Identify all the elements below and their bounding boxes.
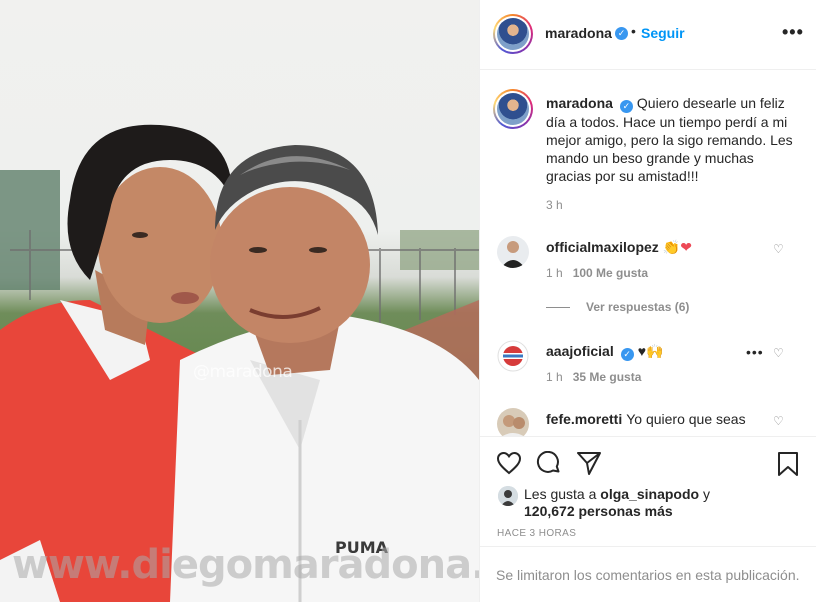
post-time-ago[interactable]: HACE 3 HORAS [497,528,576,539]
likes-count[interactable]: 120,672 personas más [524,503,673,519]
comment-item: fefe.moretti Yo quiero que seas ♡ [480,408,816,436]
comment-meta: 1 h 35 Me gusta [546,370,641,384]
comment-username[interactable]: fefe.moretti [546,411,622,427]
follow-button[interactable]: Seguir [641,25,685,41]
comment-icon[interactable] [536,450,562,480]
comment-more-icon[interactable]: ••• [746,344,764,360]
verified-icon: ✓ [620,348,634,361]
more-icon[interactable]: ••• [782,22,804,43]
post-side-panel: maradona ✓ • Seguir ••• maradona ✓ Quiero … [479,0,816,602]
likes-text: Les gusta a olga_sinapodo y 120,672 pers… [524,486,794,520]
comment-avatar[interactable] [497,236,529,268]
comment-emoji: 👏❤ [662,239,692,255]
caption-avatar-image [497,93,529,125]
post-actions: Les gusta a olga_sinapodo y 120,672 pers… [480,436,816,546]
post-photo: @maradona PUMA www.diegomaradona.com [0,0,479,602]
post-header: maradona ✓ • Seguir ••• [480,0,816,70]
comment-heart-icon[interactable]: ♡ [773,414,784,428]
liker-avatar[interactable] [498,486,518,506]
photo-watermark-handle: @maradona [193,362,293,382]
view-replies-label[interactable]: Ver respuestas (6) [586,300,689,314]
comment-item: aaajoficial ✓ ♥🙌 1 h 35 Me gusta ••• ♡ [480,340,816,384]
photo-watermark-site: www.diegomaradona.com [12,542,479,588]
header-username[interactable]: maradona [545,25,612,41]
comments-limited-message: Se limitaron los comentarios en esta pub… [496,567,800,583]
avatar[interactable] [493,14,533,54]
comments-list[interactable]: maradona ✓ Quiero desearle un feliz día a … [480,70,816,436]
comment-item: officialmaxilopez 👏❤ 1 h 100 Me gusta ♡ [480,236,816,280]
view-replies-button[interactable]: Ver respuestas (6) [546,300,689,314]
verified-icon: ✓ [619,100,633,113]
likes-prefix: Les gusta a [524,486,601,502]
comment-avatar[interactable] [497,340,529,372]
share-icon[interactable] [576,451,602,480]
heart-icon[interactable] [496,451,522,480]
caption-body: maradona ✓ Quiero desearle un feliz día a … [546,94,794,185]
caption-username[interactable]: maradona [546,95,613,111]
comment-body: Yo quiero que seas [626,411,746,427]
comment-text: fefe.moretti Yo quiero que seas [546,410,786,428]
comments-disabled-footer: Se limitaron los comentarios en esta pub… [480,546,816,602]
verified-icon: ✓ [615,27,628,40]
caption-avatar[interactable] [493,89,533,129]
comment-emoji: ♥🙌 [637,343,664,359]
avatar-image [497,18,529,50]
likes-user[interactable]: olga_sinapodo [600,486,699,502]
photo-illustration [0,124,479,602]
comment-username[interactable]: aaajoficial [546,343,614,359]
comment-likes[interactable]: 100 Me gusta [573,266,648,280]
comment-heart-icon[interactable]: ♡ [773,242,784,256]
bookmark-icon[interactable] [776,451,800,482]
replies-line [546,307,570,309]
comment-username[interactable]: officialmaxilopez [546,239,659,255]
caption-timestamp[interactable]: 3 h [546,198,563,212]
likes-middle: y [699,486,710,502]
comment-likes[interactable]: 35 Me gusta [573,370,642,384]
comment-text: officialmaxilopez 👏❤ [546,238,786,256]
comment-heart-icon[interactable]: ♡ [773,346,784,360]
comment-time[interactable]: 1 h [546,370,563,384]
separator-dot: • [631,23,636,39]
comment-meta: 1 h 100 Me gusta [546,266,648,280]
comment-avatar[interactable] [497,408,529,436]
comment-time[interactable]: 1 h [546,266,563,280]
